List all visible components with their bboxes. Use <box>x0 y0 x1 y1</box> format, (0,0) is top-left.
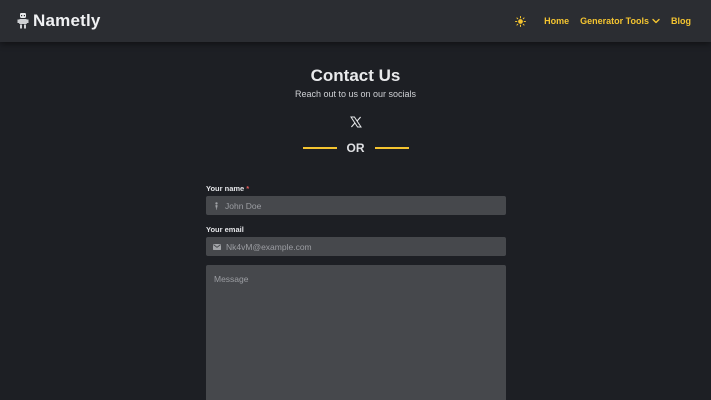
brand-name: Nametly <box>33 11 101 30</box>
name-field-group: Your name * <box>206 184 506 215</box>
nav-generator-tools-link: Generator Tools <box>580 16 649 26</box>
chevron-down-icon <box>652 18 660 24</box>
required-marker: * <box>246 184 250 193</box>
divider-line-left <box>302 147 337 149</box>
divider-line-right <box>374 147 409 149</box>
nav-blog-link[interactable]: Blog <box>671 16 691 26</box>
robot-icon <box>17 13 29 29</box>
contact-section: Contact Us Reach out to us on our social… <box>0 42 711 400</box>
nav-links: Home Generator Tools Blog <box>515 15 691 27</box>
email-field-group: Your email <box>206 225 506 256</box>
name-input-wrapper[interactable] <box>206 196 506 215</box>
x-logo-icon[interactable] <box>349 116 362 128</box>
sun-icon[interactable] <box>515 15 527 27</box>
contact-form: Your name* Your email <box>206 184 506 400</box>
message-textarea[interactable] <box>206 265 506 400</box>
page-title: Contact Us <box>310 66 401 85</box>
envelope-icon <box>213 243 221 250</box>
navbar: Nametly Home Generator Tools Blog <box>0 0 711 42</box>
page-subtitle: Reach out to us on our socials <box>294 89 417 99</box>
name-input[interactable] <box>225 196 506 215</box>
nav-generator-tools-dropdown[interactable]: Generator Tools <box>580 16 660 26</box>
email-label: Your email <box>206 225 244 234</box>
or-divider: OR <box>302 141 409 155</box>
divider-text: OR <box>346 141 365 155</box>
person-icon <box>215 201 218 210</box>
name-label-text: Your name <box>206 184 245 193</box>
email-input[interactable] <box>226 237 506 256</box>
name-label: Your name * <box>206 184 506 193</box>
email-input-wrapper[interactable] <box>206 237 506 256</box>
nav-home-link[interactable]: Home <box>544 16 569 26</box>
brand[interactable]: Nametly <box>17 11 101 31</box>
